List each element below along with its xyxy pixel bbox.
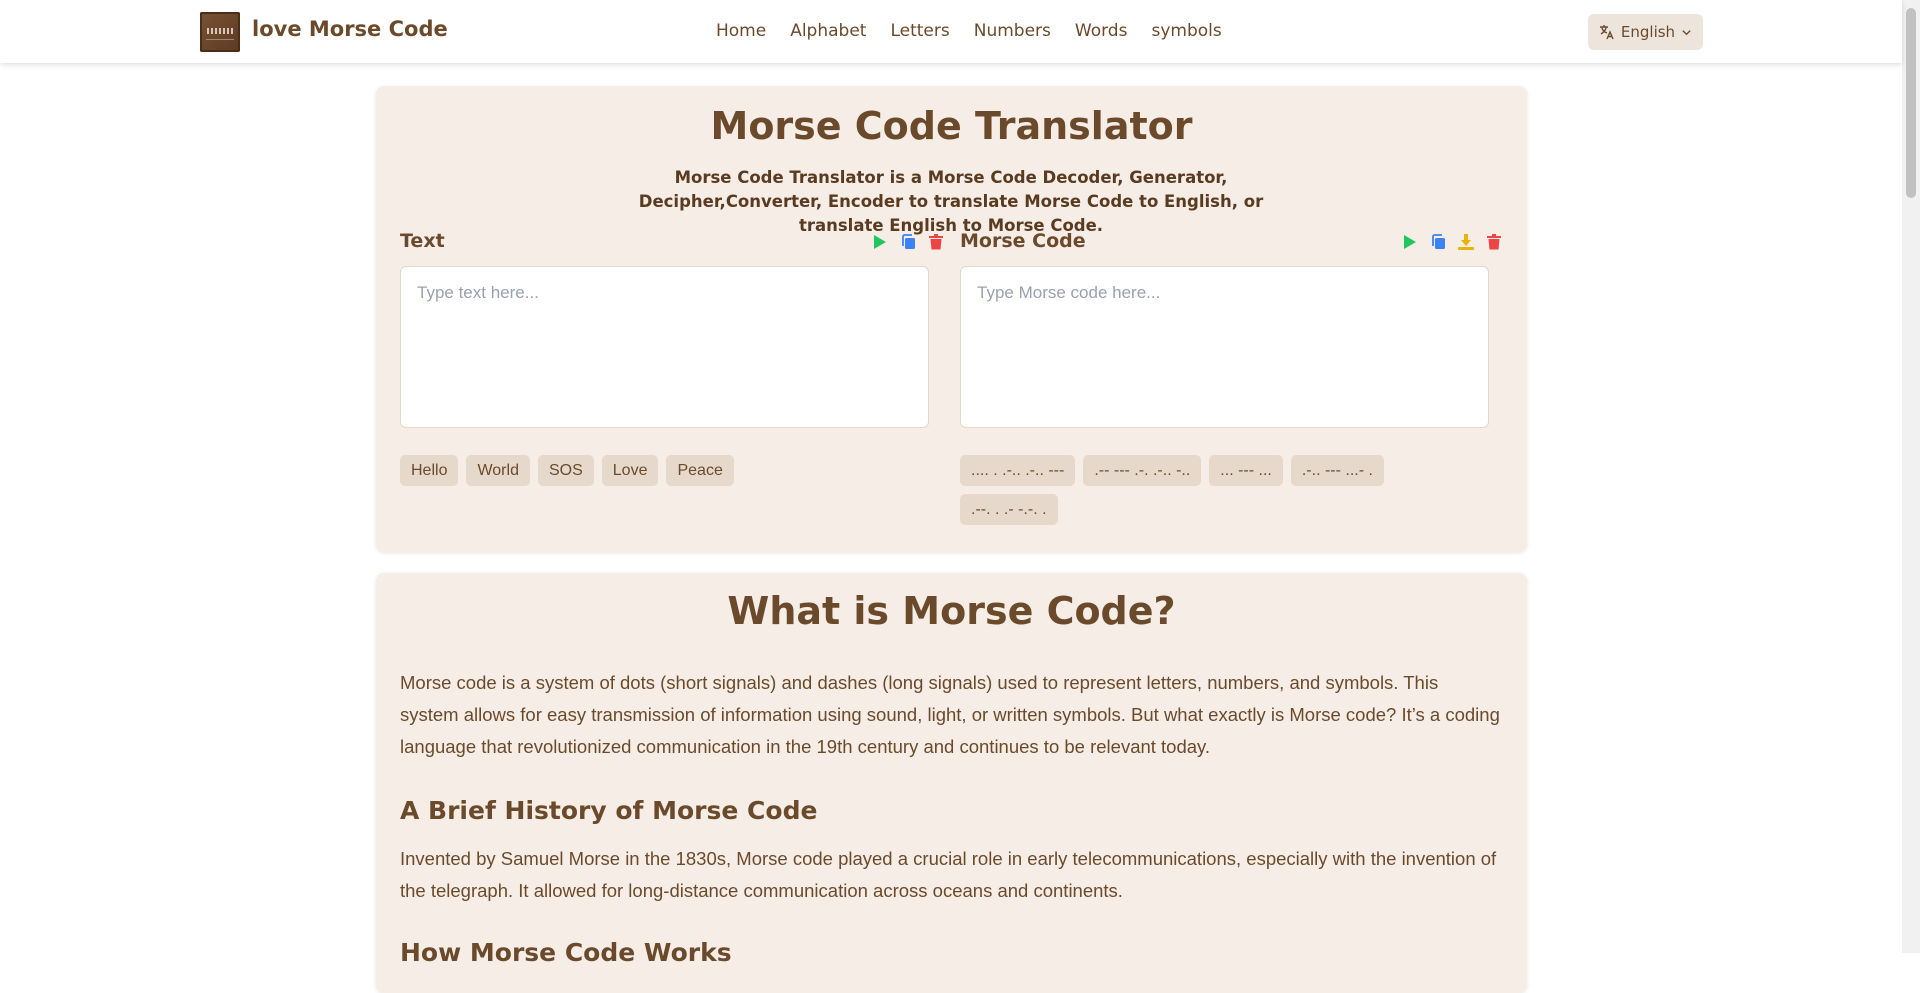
text-toolbar	[871, 233, 945, 251]
brand-name[interactable]: love Morse Code	[252, 17, 448, 41]
morse-example-chip[interactable]: ... --- ...	[1209, 455, 1283, 486]
page-scrollbar[interactable]	[1902, 0, 1920, 953]
example-chip[interactable]: Peace	[666, 455, 734, 486]
morse-example-chip[interactable]: .-.. --- ...- .	[1290, 455, 1384, 486]
text-examples: Hello World SOS Love Peace	[400, 455, 929, 486]
language-label: English	[1620, 23, 1676, 41]
text-panel-label: Text	[400, 230, 445, 252]
nav-home[interactable]: Home	[716, 21, 766, 41]
intro-paragraph: Morse code is a system of dots (short si…	[400, 672, 1500, 757]
morse-example-chip[interactable]: .-- --- .-. .-.. -..	[1083, 455, 1202, 486]
section-title: What is Morse Code?	[727, 589, 1176, 633]
morse-example-chip[interactable]: .... . .-.. .-.. ---	[960, 455, 1076, 486]
morse-input[interactable]	[960, 266, 1489, 428]
logo-image[interactable]	[200, 12, 240, 52]
nav-words[interactable]: Words	[1075, 21, 1128, 41]
translate-icon	[1599, 24, 1615, 40]
nav-numbers[interactable]: Numbers	[974, 21, 1051, 41]
translator-subtitle: Morse Code Translator is a Morse Code De…	[638, 168, 1264, 235]
delete-icon[interactable]	[1485, 233, 1503, 251]
download-icon[interactable]	[1457, 233, 1475, 251]
nav-symbols[interactable]: symbols	[1151, 21, 1221, 41]
translator-panel: Morse Code Translator Morse Code Transla…	[376, 86, 1527, 552]
history-paragraph: Invented by Samuel Morse in the 1830s, M…	[400, 848, 1497, 901]
text-input[interactable]	[400, 266, 929, 428]
play-icon[interactable]	[871, 233, 889, 251]
morse-examples: .... . .-.. .-.. --- .-- --- .-. .-.. -.…	[960, 455, 1430, 525]
nav-alphabet[interactable]: Alphabet	[790, 21, 866, 41]
play-icon[interactable]	[1401, 233, 1419, 251]
morse-panel-label: Morse Code	[960, 230, 1086, 252]
nav-letters[interactable]: Letters	[890, 21, 949, 41]
morse-example-chip[interactable]: .--. . .- -.-. .	[960, 494, 1058, 525]
copy-icon[interactable]	[899, 233, 917, 251]
delete-icon[interactable]	[927, 233, 945, 251]
scrollbar-thumb[interactable]	[1906, 8, 1916, 198]
site-header: love Morse Code Home Alphabet Letters Nu…	[0, 0, 1902, 63]
language-selector[interactable]: English	[1588, 14, 1703, 50]
main-nav: Home Alphabet Letters Numbers Words symb…	[716, 21, 1222, 41]
copy-icon[interactable]	[1429, 233, 1447, 251]
morse-toolbar	[1401, 233, 1503, 251]
example-chip[interactable]: Love	[601, 455, 659, 486]
chevron-down-icon	[1681, 27, 1692, 38]
page-title: Morse Code Translator	[710, 104, 1193, 148]
info-panel: What is Morse Code? Morse code is a syst…	[376, 573, 1527, 993]
example-chip[interactable]: Hello	[400, 455, 459, 486]
history-heading: A Brief History of Morse Code	[400, 796, 818, 825]
example-chip[interactable]: World	[466, 455, 530, 486]
example-chip[interactable]: SOS	[537, 455, 594, 486]
